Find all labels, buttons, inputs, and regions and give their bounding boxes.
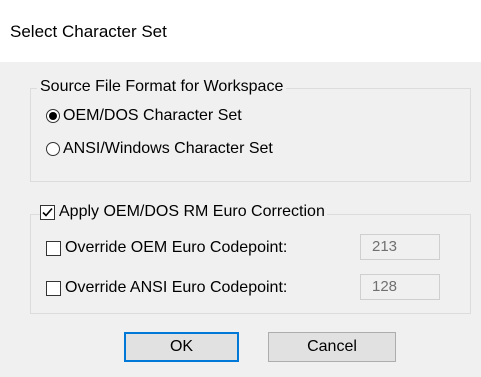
override-oem-euro[interactable]: Override OEM Euro Codepoint: (46, 239, 287, 257)
dialog-title: Select Character Set (10, 22, 167, 41)
ok-button[interactable]: OK (124, 332, 239, 362)
apply-euro-correction[interactable]: Apply OEM/DOS RM Euro Correction (40, 203, 327, 221)
radio-oem-dos-indicator[interactable] (46, 109, 60, 123)
override-ansi-euro-label: Override ANSI Euro Codepoint: (65, 279, 288, 296)
override-ansi-euro-checkbox[interactable] (46, 280, 61, 296)
radio-oem-dos-label: OEM/DOS Character Set (63, 107, 242, 124)
checkmark-icon (42, 207, 53, 217)
source-format-legend: Source File Format for Workspace (37, 78, 287, 96)
source-format-group (30, 88, 471, 182)
apply-euro-correction-label: Apply OEM/DOS RM Euro Correction (59, 203, 325, 220)
ansi-euro-codepoint-input[interactable]: 128 (360, 274, 440, 300)
apply-euro-correction-checkbox[interactable] (40, 204, 55, 220)
oem-euro-codepoint-input[interactable]: 213 (360, 234, 440, 260)
dialog-body: Source File Format for Workspace OEM/DOS… (0, 62, 481, 377)
radio-oem-dos[interactable]: OEM/DOS Character Set (46, 107, 242, 125)
radio-ansi-windows-label: ANSI/Windows Character Set (63, 140, 273, 157)
cancel-button[interactable]: Cancel (268, 332, 396, 362)
radio-ansi-windows[interactable]: ANSI/Windows Character Set (46, 140, 273, 158)
override-oem-euro-checkbox[interactable] (46, 240, 61, 256)
dialog-titlebar[interactable]: Select Character Set (0, 0, 481, 62)
override-ansi-euro[interactable]: Override ANSI Euro Codepoint: (46, 279, 287, 297)
override-oem-euro-label: Override OEM Euro Codepoint: (65, 239, 288, 256)
radio-ansi-windows-indicator[interactable] (46, 142, 60, 156)
